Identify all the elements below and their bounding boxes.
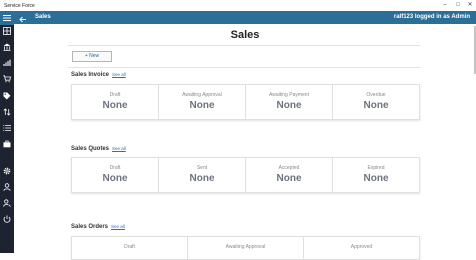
see-all-link[interactable]: See all — [112, 146, 126, 151]
tag-icon[interactable] — [0, 89, 14, 103]
page-title: Sales — [230, 29, 260, 41]
app-header: Sales ralf123 logged in as Admin — [14, 11, 476, 24]
card-label: Draft — [109, 165, 121, 171]
bank-icon[interactable] — [0, 40, 14, 54]
minimize-icon[interactable]: – — [440, 1, 450, 10]
nav-rail — [0, 11, 14, 253]
invoice-awaiting-payment-card[interactable]: Awaiting Payment None — [246, 85, 333, 119]
card-value: None — [363, 100, 389, 111]
card-label: Awaiting Approval — [225, 244, 266, 250]
back-arrow-icon[interactable] — [18, 12, 28, 23]
close-icon[interactable]: ✕ — [465, 1, 475, 10]
section-title: Sales Orders — [71, 224, 109, 230]
card-label: Accepted — [278, 165, 300, 171]
new-button[interactable]: + New — [72, 51, 112, 62]
quote-sent-card[interactable]: Sent None — [159, 158, 246, 192]
sales-orders-cards: Draft Awaiting Approval Approved — [71, 236, 420, 260]
see-all-link[interactable]: See all — [111, 224, 125, 229]
card-label: Awaiting Approval — [182, 92, 222, 98]
toolbar-divider — [68, 67, 420, 68]
window-title: Service Force — [4, 3, 35, 9]
list-icon[interactable] — [0, 121, 14, 135]
order-approved-card[interactable]: Approved — [304, 237, 419, 259]
card-label: Sent — [196, 165, 208, 171]
card-value: None — [189, 173, 215, 184]
dashboard-icon[interactable] — [0, 24, 14, 38]
cart-icon[interactable] — [0, 72, 14, 86]
card-label: Expired — [367, 165, 385, 171]
maximize-icon[interactable]: □ — [453, 1, 463, 10]
card-label: Awaiting Payment — [269, 92, 309, 98]
section-sales-quotes-title: Sales Quotes See all — [71, 146, 126, 152]
order-draft-card[interactable]: Draft — [72, 237, 188, 259]
card-value: None — [276, 100, 302, 111]
quote-expired-card[interactable]: Expired None — [333, 158, 419, 192]
person-search-icon[interactable] — [0, 196, 14, 210]
settings-icon[interactable] — [0, 164, 14, 178]
title-divider — [68, 45, 420, 46]
card-value: None — [102, 173, 128, 184]
window-titlebar: Service Force – □ ✕ — [0, 0, 476, 11]
card-label: Draft — [109, 92, 121, 98]
invoice-draft-card[interactable]: Draft None — [72, 85, 159, 119]
sales-quotes-cards: Draft None Sent None Accepted None Expired N… — [71, 157, 420, 193]
menu-icon[interactable] — [0, 11, 14, 25]
person-icon[interactable] — [0, 180, 14, 194]
quote-accepted-card[interactable]: Accepted None — [246, 158, 333, 192]
section-title: Sales Invoice — [71, 72, 110, 78]
transfer-icon[interactable] — [0, 105, 14, 119]
card-value: None — [276, 173, 302, 184]
power-icon[interactable] — [0, 212, 14, 226]
section-title: Sales Quotes — [71, 146, 110, 152]
invoice-awaiting-approval-card[interactable]: Awaiting Approval None — [159, 85, 246, 119]
logged-in-user: ralf123 logged in as Admin — [393, 14, 470, 20]
invoice-overdue-card[interactable]: Overdue None — [333, 85, 419, 119]
card-value: None — [189, 100, 215, 111]
section-sales-invoice-title: Sales Invoice See all — [71, 72, 126, 78]
sales-invoice-cards: Draft None Awaiting Approval None Awaiting… — [71, 84, 420, 120]
quote-draft-card[interactable]: Draft None — [72, 158, 159, 192]
briefcase-icon[interactable] — [0, 137, 14, 151]
card-value: None — [102, 100, 128, 111]
order-awaiting-approval-card[interactable]: Awaiting Approval — [188, 237, 304, 259]
card-label: Approved — [350, 244, 373, 250]
card-label: Draft — [124, 244, 135, 250]
chart-icon[interactable] — [0, 56, 14, 70]
section-sales-orders-title: Sales Orders See all — [71, 224, 125, 230]
card-label: Overdue — [366, 92, 386, 98]
card-value: None — [363, 173, 389, 184]
see-all-link[interactable]: See all — [112, 72, 126, 77]
header-title: Sales — [35, 14, 51, 20]
